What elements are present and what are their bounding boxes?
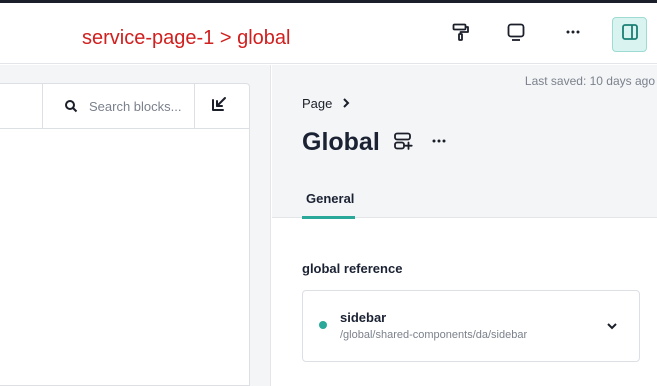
status-dot [319, 321, 327, 329]
global-reference-select[interactable]: sidebar /global/shared-components/da/sid… [302, 290, 640, 362]
breadcrumb-title: service-page-1 > global [82, 27, 291, 49]
page-breadcrumb[interactable]: Page [302, 96, 350, 111]
paint-roller-icon [451, 22, 471, 47]
more-horizontal-icon [431, 133, 447, 154]
style-button[interactable] [445, 18, 477, 50]
add-variant-button[interactable] [392, 132, 414, 154]
chevron-right-icon [342, 96, 350, 111]
monitor-icon [506, 22, 526, 47]
panel-right-icon [621, 23, 639, 46]
properties-header: Last saved: 10 days ago Page Global Gene… [272, 65, 657, 219]
properties-panel: Last saved: 10 days ago Page Global Gene… [272, 65, 657, 386]
search-icon [64, 99, 78, 113]
page-more-button[interactable] [428, 132, 450, 154]
top-bar: service-page-1 > global [0, 3, 657, 64]
collapse-panel-button[interactable] [208, 95, 230, 117]
chevron-down-icon[interactable] [605, 319, 619, 333]
active-tab-indicator [302, 216, 355, 219]
layout-add-icon [393, 131, 413, 156]
search-input[interactable] [89, 98, 189, 114]
field-label: global reference [302, 261, 403, 276]
tab-general[interactable]: General [302, 191, 358, 218]
collapse-arrow-icon [211, 96, 227, 117]
reference-name: sidebar [340, 310, 387, 325]
block-panel-header [0, 84, 249, 129]
last-saved-text: Last saved: 10 days ago [524, 74, 655, 88]
block-panel [0, 83, 250, 386]
breadcrumb-page-label: Page [302, 96, 333, 111]
toggle-sidebar-button[interactable] [612, 17, 647, 52]
block-search [42, 84, 195, 128]
page-title: Global [302, 128, 380, 156]
more-options-button[interactable] [557, 18, 589, 50]
preview-button[interactable] [500, 18, 532, 50]
reference-path: /global/shared-components/da/sidebar [340, 329, 528, 341]
more-horizontal-icon [565, 24, 581, 45]
